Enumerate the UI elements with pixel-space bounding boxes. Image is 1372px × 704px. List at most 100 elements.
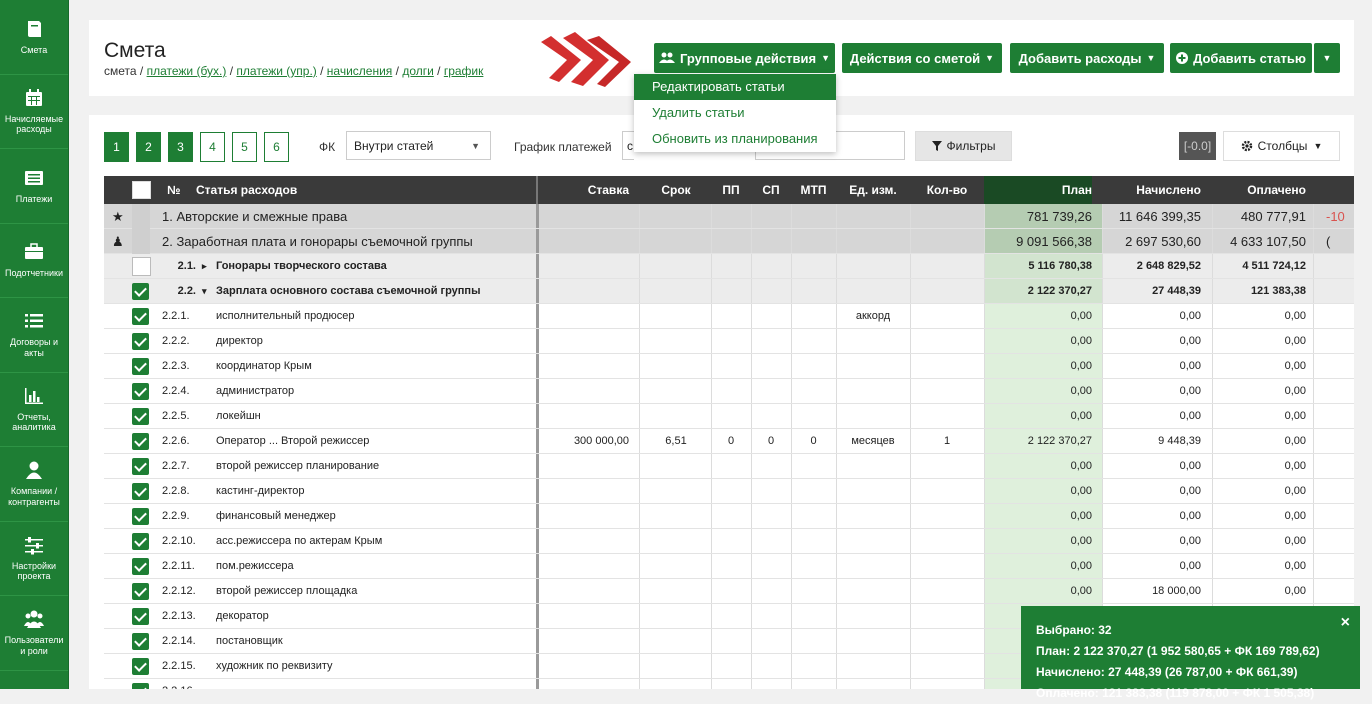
cell-paid[interactable]: 121 383,38 [1212, 279, 1306, 304]
table-row[interactable]: 2.2.4. администратор 0,00 0,00 0,00 [104, 379, 1354, 404]
cell-paid[interactable]: 4 511 724,12 [1212, 254, 1306, 279]
cell-term[interactable] [641, 204, 711, 229]
row-checkbox[interactable] [132, 257, 151, 276]
cell-plan[interactable]: 0,00 [984, 304, 1092, 329]
cell-plan[interactable]: 0,00 [984, 554, 1092, 579]
cell-mtp[interactable] [791, 279, 836, 304]
cell-pp[interactable] [711, 354, 751, 379]
cell-accrued[interactable]: 18 000,00 [1102, 579, 1201, 604]
cell-accrued[interactable]: 2 648 829,52 [1102, 254, 1201, 279]
add-article-button[interactable]: Добавить статью [1170, 43, 1312, 73]
breadcrumb-item[interactable]: долги [402, 64, 434, 78]
cell-qty[interactable] [910, 404, 984, 429]
cell-mtp[interactable] [791, 404, 836, 429]
cell-sp[interactable] [751, 379, 791, 404]
cell-term[interactable] [641, 629, 711, 654]
cell-mtp[interactable] [791, 629, 836, 654]
cell-sp[interactable] [751, 254, 791, 279]
cell-paid[interactable]: 0,00 [1212, 329, 1306, 354]
table-row[interactable]: 2.2.2. директор 0,00 0,00 0,00 [104, 329, 1354, 354]
cell-rate[interactable] [539, 404, 629, 429]
cell-paid[interactable]: 4 633 107,50 [1212, 229, 1306, 254]
row-checkbox-checked[interactable] [132, 458, 149, 475]
cell-qty[interactable] [910, 504, 984, 529]
estimate-actions-button[interactable]: Действия со сметой ▼ [842, 43, 1002, 73]
cell-pp[interactable] [711, 529, 751, 554]
column-resize-handle[interactable] [536, 176, 538, 204]
cell-pp[interactable] [711, 504, 751, 529]
col-header-pp[interactable]: ПП [711, 176, 751, 204]
cell-term[interactable] [641, 354, 711, 379]
page-button-6[interactable]: 6 [264, 132, 289, 162]
cell-rate[interactable] [539, 529, 629, 554]
table-row[interactable]: 2.2. ▾ Зарплата основного состава съемочно… [104, 279, 1354, 304]
cell-paid[interactable]: 0,00 [1212, 479, 1306, 504]
cell-accrued[interactable]: 0,00 [1102, 479, 1201, 504]
sidebar-item[interactable]: Компании / контрагенты [0, 447, 68, 522]
table-row[interactable]: 2.2.12. второй режиссер площадка 0,00 18 00… [104, 579, 1354, 604]
cell-qty[interactable] [910, 579, 984, 604]
page-button-1[interactable]: 1 [104, 132, 129, 162]
cell-qty[interactable] [910, 279, 984, 304]
cell-mtp[interactable] [791, 479, 836, 504]
schedule-select[interactable]: с [622, 131, 634, 160]
sidebar-item[interactable]: Отчеты, аналитика [0, 373, 68, 447]
cell-unit[interactable] [837, 254, 909, 279]
columns-button[interactable]: Столбцы ▼ [1223, 131, 1340, 161]
row-title[interactable]: администратор [216, 379, 294, 404]
cell-sp[interactable] [751, 629, 791, 654]
cell-pp[interactable] [711, 379, 751, 404]
col-header-qty[interactable]: Кол-во [910, 176, 984, 204]
cell-unit[interactable] [837, 654, 909, 679]
cell-sp[interactable] [751, 554, 791, 579]
row-title[interactable]: декоратор [216, 604, 269, 629]
cell-paid[interactable]: 0,00 [1212, 429, 1306, 454]
cell-term[interactable] [641, 529, 711, 554]
cell-plan[interactable]: 0,00 [984, 379, 1092, 404]
cell-rate[interactable] [539, 504, 629, 529]
row-title[interactable]: Гонорары творческого состава [216, 254, 387, 279]
cell-rate[interactable] [539, 379, 629, 404]
cell-accrued[interactable]: 2 697 530,60 [1102, 229, 1201, 254]
breadcrumb-item[interactable]: платежи (упр.) [236, 64, 316, 78]
sidebar-item[interactable]: Настройки проекта [0, 522, 68, 596]
cell-pp[interactable] [711, 254, 751, 279]
cell-mtp[interactable] [791, 304, 836, 329]
cell-rate[interactable] [539, 329, 629, 354]
cell-accrued[interactable]: 0,00 [1102, 529, 1201, 554]
cell-unit[interactable] [837, 404, 909, 429]
cell-term[interactable] [641, 554, 711, 579]
row-checkbox-checked[interactable] [132, 608, 149, 625]
cell-plan[interactable]: 0,00 [984, 479, 1092, 504]
cell-mtp[interactable] [791, 379, 836, 404]
cell-term[interactable] [641, 604, 711, 629]
table-row[interactable]: 2.1. ▸ Гонорары творческого состава 5 116 7… [104, 254, 1354, 279]
sidebar-item[interactable]: Начисляемые расходы [0, 75, 68, 149]
cell-mtp[interactable] [791, 229, 836, 254]
cell-mtp[interactable] [791, 254, 836, 279]
cell-unit[interactable] [837, 529, 909, 554]
cell-accrued[interactable]: 0,00 [1102, 504, 1201, 529]
cell-rate[interactable] [539, 204, 629, 229]
cell-unit[interactable] [837, 354, 909, 379]
cell-term[interactable] [641, 329, 711, 354]
cell-sp[interactable] [751, 354, 791, 379]
table-row[interactable]: 2.2.9. финансовый менеджер 0,00 0,00 0,00 [104, 504, 1354, 529]
cell-rate[interactable] [539, 679, 629, 689]
row-checkbox-checked[interactable] [132, 483, 149, 500]
cell-sp[interactable] [751, 304, 791, 329]
cell-unit[interactable]: аккорд [837, 304, 909, 329]
cell-unit[interactable] [837, 279, 909, 304]
row-checkbox-checked[interactable] [132, 358, 149, 375]
breadcrumb-item[interactable]: платежи (бух.) [147, 64, 227, 78]
cell-unit[interactable] [837, 379, 909, 404]
cell-sp[interactable] [751, 329, 791, 354]
col-header-article[interactable]: Статья расходов [196, 176, 297, 204]
row-checkbox-checked[interactable] [132, 383, 149, 400]
row-checkbox-checked[interactable] [132, 633, 149, 650]
cell-mtp[interactable] [791, 204, 836, 229]
row-title[interactable]: финансовый менеджер [216, 504, 336, 529]
cell-plan[interactable]: 0,00 [984, 579, 1092, 604]
cell-accrued[interactable]: 27 448,39 [1102, 279, 1201, 304]
cell-plan[interactable]: 0,00 [984, 404, 1092, 429]
